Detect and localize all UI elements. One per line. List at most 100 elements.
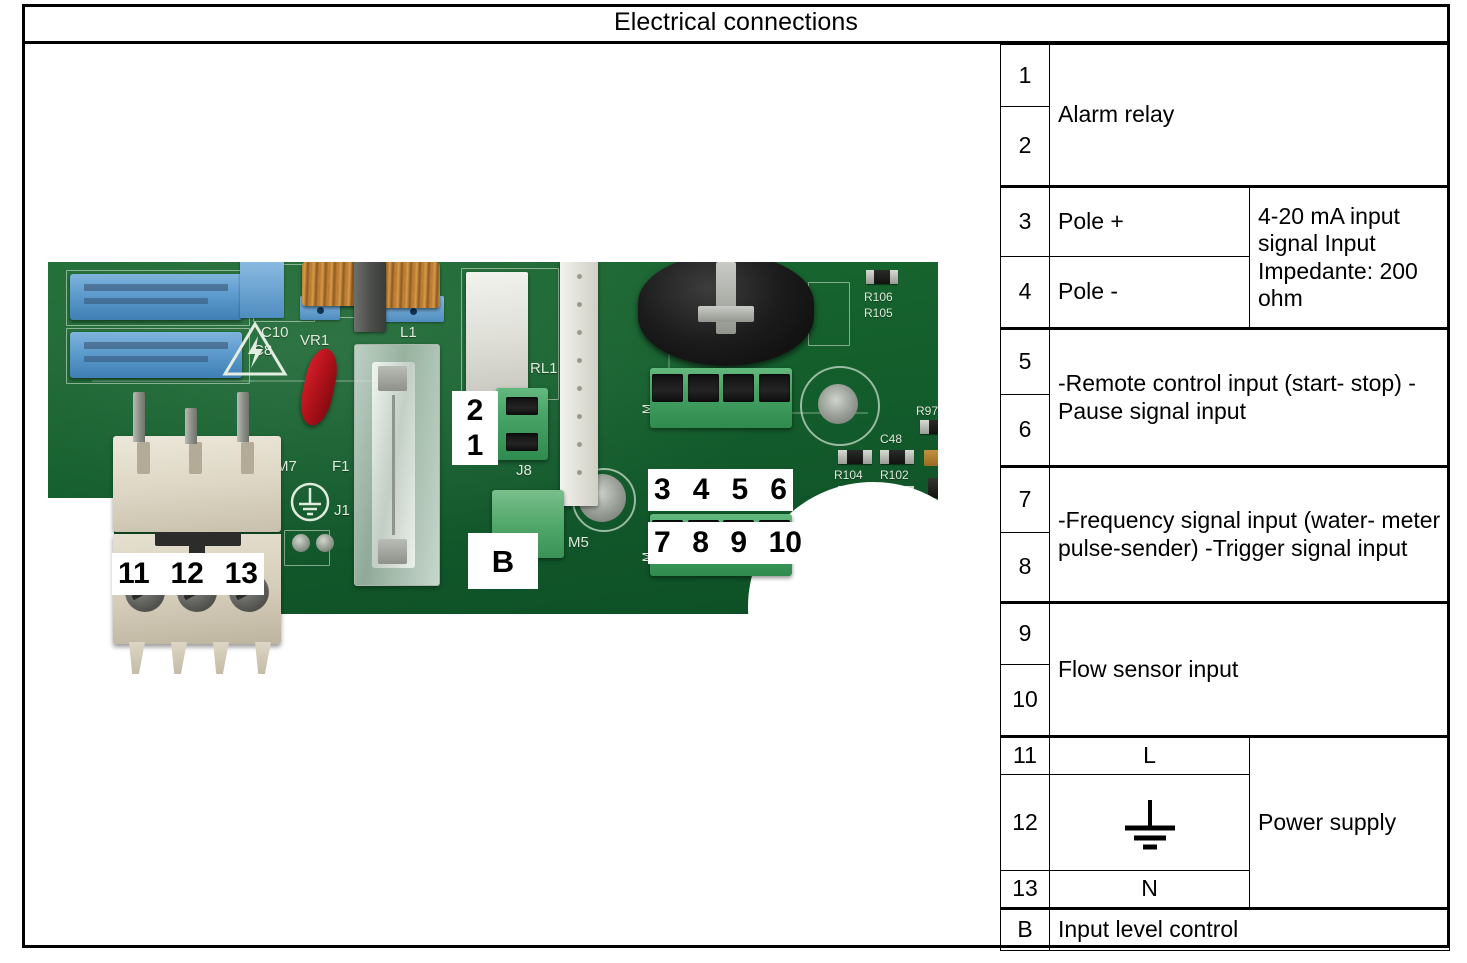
capacitor-c9 [70, 274, 242, 320]
fuse-holder-f1 [354, 344, 440, 586]
callout-78910-line-2: 9 [730, 526, 748, 559]
capacitor-c10 [240, 262, 284, 318]
terminal-number: 8 [1000, 532, 1050, 603]
page-title: Electrical connections [614, 8, 858, 36]
callout-111213-line-1: 12 [170, 557, 204, 590]
varistor-vr1 [296, 345, 342, 429]
silk-vr1: VR1 [300, 332, 330, 349]
terminal-number: 5 [1000, 327, 1050, 395]
terminal-number: 13 [1000, 870, 1050, 909]
callout-111213-line-2: 13 [224, 557, 258, 590]
callout-78910-line-0: 7 [654, 526, 671, 559]
smd-c48 [924, 450, 938, 466]
terminal-pole-label: Pole - [1049, 256, 1250, 329]
terminal-number: 6 [1000, 394, 1050, 467]
ground-symbol-silk [288, 480, 332, 529]
desc-line: -Frequency signal input (water- [1058, 507, 1376, 534]
table-row: 9 Flow sensor input [1000, 601, 1450, 737]
board-photograph: C9 C8 C10 L1 VR1 [25, 44, 1000, 945]
silk-r104: R104 [834, 468, 863, 482]
board-cut-left [48, 498, 114, 614]
table-row: 7 -Frequency signal input (water- meter … [1000, 465, 1450, 603]
silk-r105: R105 [864, 306, 893, 320]
smd-r97 [920, 420, 938, 434]
callout-b-line-0: B [491, 543, 515, 579]
table-row: B Input level control [1000, 907, 1450, 951]
terminal-description: Alarm relay [1049, 44, 1450, 187]
relay-rl1 [466, 272, 528, 392]
terminal-number: 1 [1000, 44, 1050, 107]
callout-3456-line-1: 4 [692, 473, 710, 506]
callout-111213: 11 12 13 [112, 553, 264, 595]
smd-r104 [838, 450, 873, 464]
terminal-number: 11 [1000, 735, 1050, 775]
callout-3456-line-2: 5 [731, 473, 749, 506]
terminal-pole-label: Pole + [1049, 185, 1250, 257]
terminal-number: B [1000, 907, 1050, 951]
terminal-number: 4 [1000, 256, 1050, 329]
callout-2-1-line-0: 2 [466, 393, 484, 427]
capacitor-c8 [70, 332, 242, 378]
callout-111213-line-0: 11 [118, 557, 150, 590]
callout-2-1-line-1: 1 [466, 428, 484, 462]
grey-component [354, 262, 386, 332]
terminal-block-3456[interactable] [650, 368, 792, 428]
high-voltage-warning-icon [222, 320, 288, 383]
connections-table: 1 Alarm relay 2 3 Pole + 4-20 mA input s… [1000, 44, 1450, 951]
silk-l1: L1 [400, 324, 417, 341]
callout-3456-line-0: 3 [654, 473, 671, 506]
mounting-hole-right [818, 384, 858, 424]
can-clip [716, 262, 736, 334]
callout-3456: 3 4 5 6 [648, 469, 793, 511]
callout-b: B [468, 533, 538, 589]
table-row: 1 Alarm relay [1000, 44, 1450, 187]
terminal-description: -Remote control input (start- stop) -Pau… [1049, 327, 1450, 467]
terminal-number: 9 [1000, 601, 1050, 665]
board-notch-secondary [828, 564, 938, 614]
terminal-description: Power supply [1249, 735, 1450, 909]
callout-3456-line-3: 6 [770, 473, 787, 506]
callout-78910: 7 8 9 10 [648, 522, 808, 564]
terminal-description: 4-20 mA input signal Input Impedante: 20… [1249, 185, 1450, 329]
silk-r102: R102 [880, 468, 909, 482]
figure-title-bar: Electrical connections [22, 4, 1450, 44]
terminal-block-j8[interactable] [496, 388, 548, 460]
table-row: 3 Pole + 4-20 mA input signal Input Impe… [1000, 185, 1450, 329]
callout-78910-line-3: 10 [768, 526, 802, 559]
silk-m5: M5 [568, 534, 589, 551]
terminal-description: -Frequency signal input (water- meter pu… [1049, 465, 1450, 603]
terminal-number: 2 [1000, 106, 1050, 187]
terminal-number: 10 [1000, 664, 1050, 737]
silk-r97: R97 [916, 404, 938, 418]
line-label: L [1049, 735, 1250, 775]
desc-line: -Remote control input (start- [1058, 370, 1345, 397]
neutral-label: N [1049, 870, 1250, 909]
can-clip-cross [698, 306, 754, 322]
desc-line: stop) [1350, 370, 1402, 397]
via-j1-b [316, 534, 334, 552]
terminal-description: Input level control [1049, 907, 1450, 951]
table-row: 11 L Power supply [1000, 735, 1450, 909]
smd-r102 [880, 450, 915, 464]
silk-j8: J8 [516, 462, 532, 479]
silk-r106: R106 [864, 290, 893, 304]
inductor-left [302, 262, 358, 306]
terminal-number: 3 [1000, 185, 1050, 257]
smd-r106 [866, 270, 898, 284]
silk-f1: F1 [332, 458, 350, 475]
pin-header [560, 262, 598, 506]
callout-2-1: 2 1 [452, 391, 498, 465]
power-terminal-block[interactable] [107, 384, 292, 684]
inductor-right [378, 262, 440, 308]
earth-ground-icon [1124, 799, 1175, 849]
silk-j1: J1 [334, 502, 350, 519]
terminal-description: Flow sensor input [1049, 601, 1450, 737]
electrical-connections-figure: Electrical connections C9 C8 [0, 0, 1467, 963]
table-row: 5 -Remote control input (start- stop) -P… [1000, 327, 1450, 467]
earth-ground-cell [1049, 774, 1250, 871]
silk-rl1: RL1 [530, 360, 558, 377]
silk-c48: C48 [880, 432, 903, 446]
callout-78910-line-1: 8 [692, 526, 709, 559]
terminal-number: 12 [1000, 774, 1050, 871]
terminal-number: 7 [1000, 465, 1050, 533]
